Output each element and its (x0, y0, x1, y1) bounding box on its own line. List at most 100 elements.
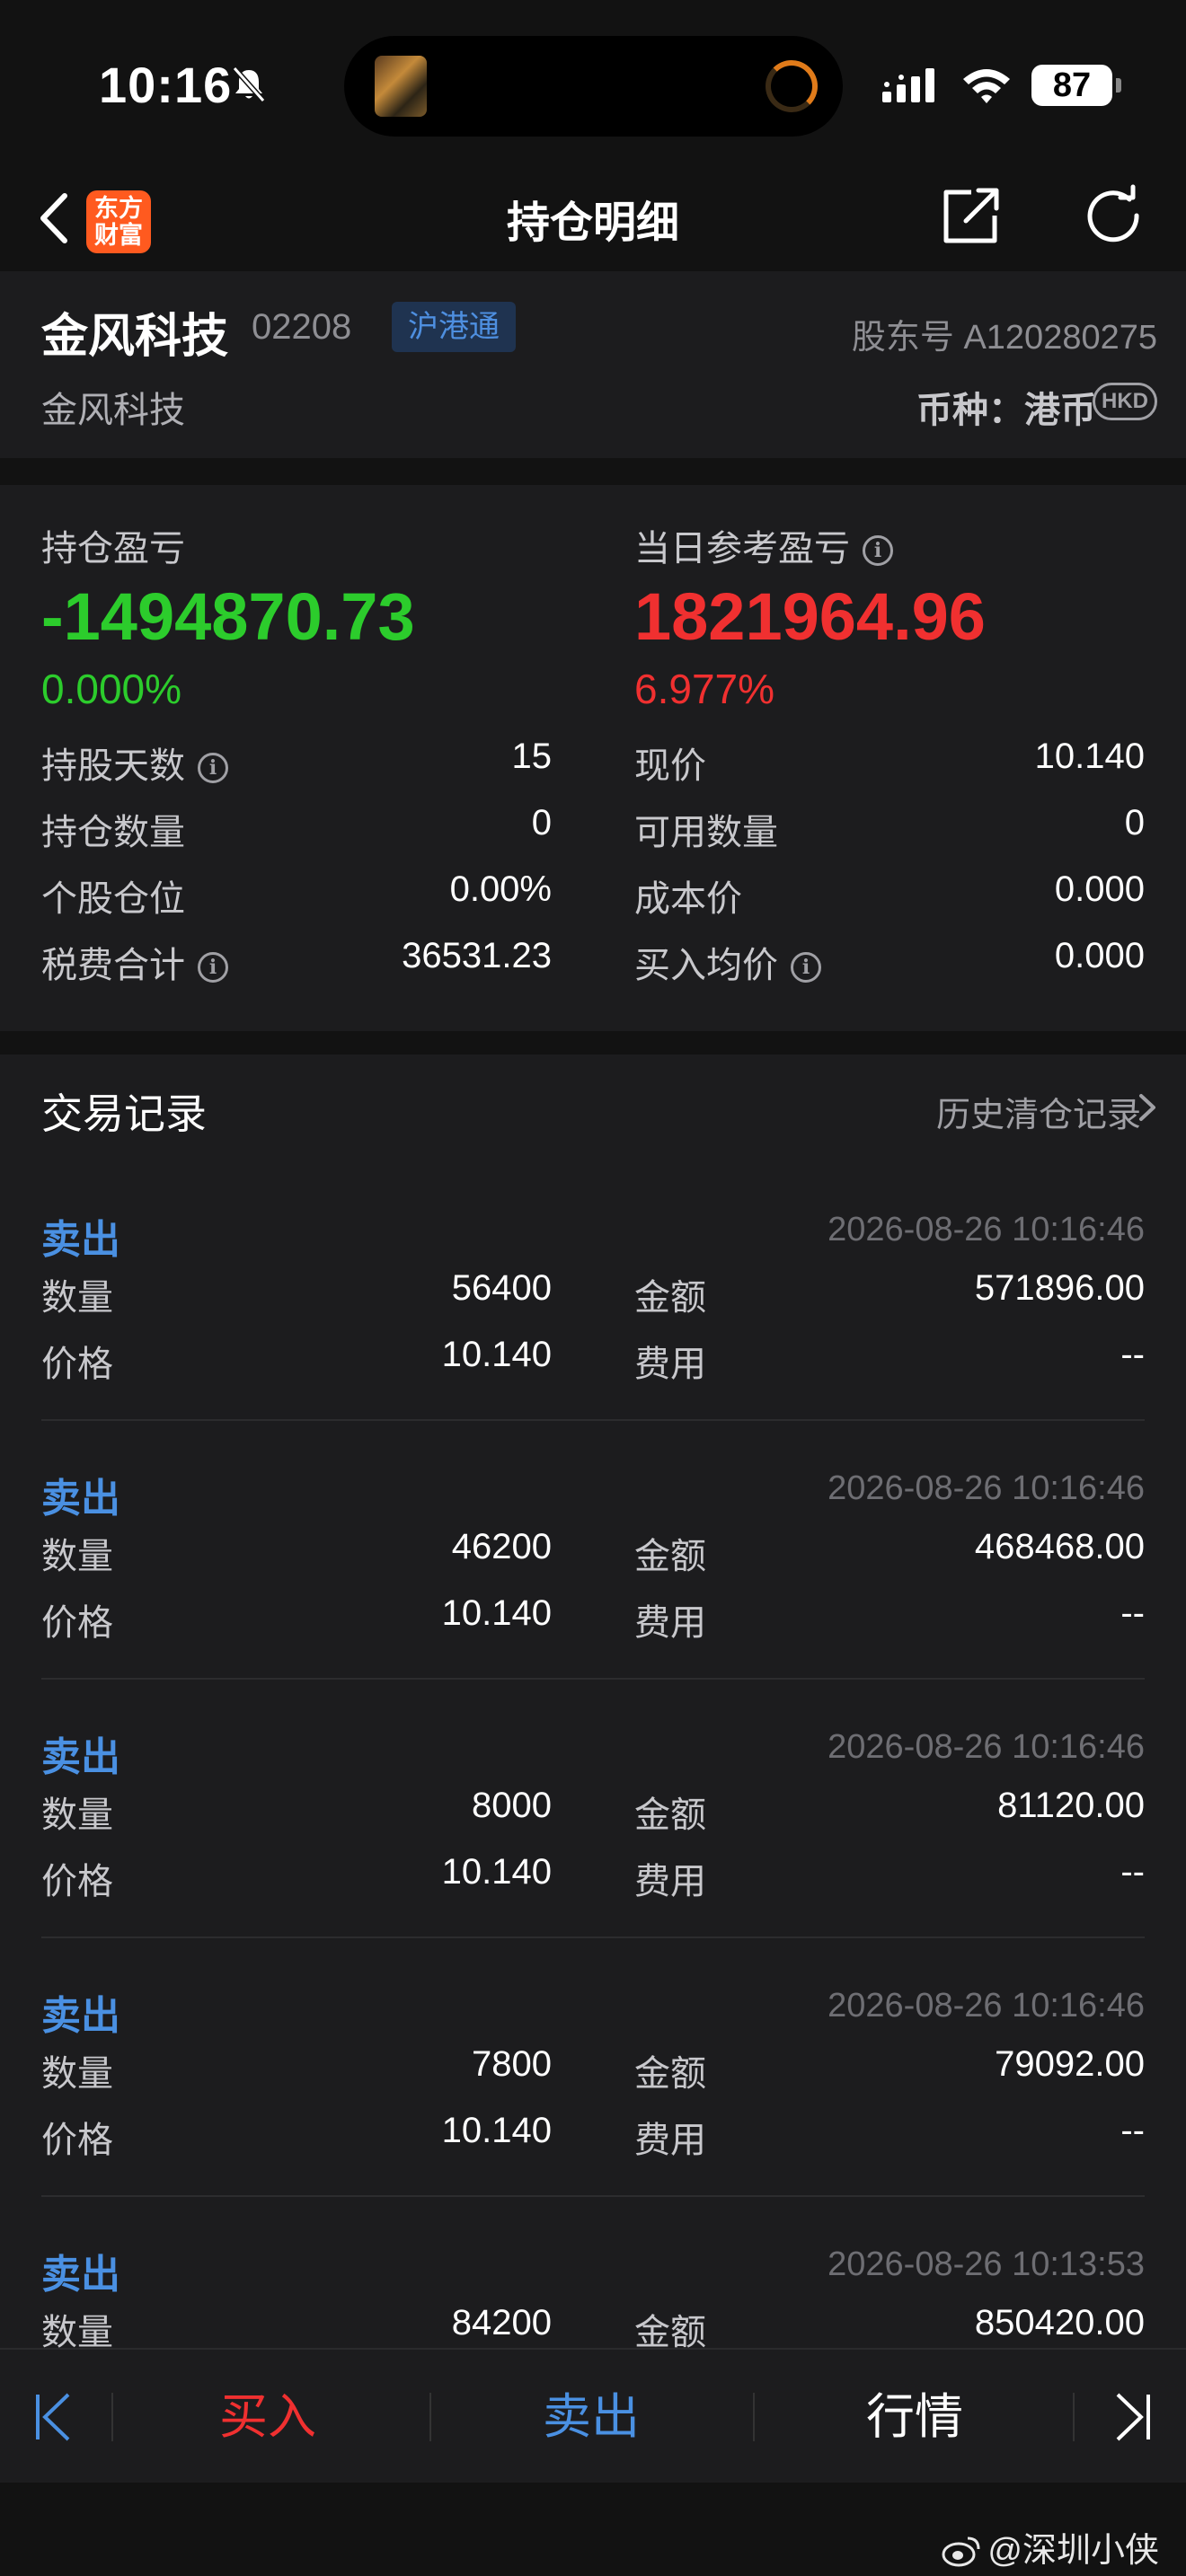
price-value: 10.140 (441, 1852, 552, 1892)
price-label: 价格 (41, 1345, 113, 1384)
qty-label: 数量 (41, 2054, 113, 2094)
market-button[interactable]: 行情 (780, 2377, 1049, 2448)
trade-side: 卖出 (41, 2253, 120, 2297)
stat-label: 持股天数 i (41, 737, 228, 789)
stock-code: 02208 (252, 307, 352, 347)
price-value: 10.140 (441, 1335, 552, 1374)
trade-item[interactable]: 卖出 2026-08-26 10:13:53 数量 84200 金额 850420.00 (0, 2242, 1186, 2348)
history-link[interactable]: 历史清仓记录 (936, 1087, 1141, 1136)
trade-divider (41, 1419, 1145, 1421)
fee-label: 费用 (634, 2121, 706, 2160)
stat-value: 0.000 (1054, 869, 1145, 909)
pnl-panel: 持仓盈亏 -1494870.73 0.000% 当日参考盈亏 i 1821964.… (0, 485, 1186, 1031)
position-pnl-label: 持仓盈亏 (41, 529, 185, 569)
fee-label: 费用 (634, 1862, 706, 1901)
stat-value: 0 (1124, 803, 1145, 842)
status-time: 10:16 (99, 57, 233, 113)
price-label: 价格 (41, 2121, 113, 2160)
daily-pnl-pct: 6.977% (634, 666, 775, 712)
price-label: 价格 (41, 1603, 113, 1643)
amount-label: 金额 (634, 1537, 706, 1576)
stat-label-text: 持仓数量 (41, 813, 185, 852)
info-icon[interactable]: i (198, 753, 228, 783)
trade-time: 2026-08-26 10:16:46 (828, 1211, 1145, 1248)
currency-label: 币种：港币 (916, 391, 1096, 430)
position-pnl-value: -1494870.73 (41, 579, 415, 654)
stat-label-text: 现价 (634, 746, 706, 786)
amount-value: 81120.00 (997, 1786, 1145, 1825)
stat-value: 0.000 (1054, 936, 1145, 975)
connect-tag: 沪港通 (392, 302, 516, 352)
stat-label: 可用数量 (634, 803, 778, 855)
cellular-signal-icon (882, 68, 934, 102)
stat-label-text: 税费合计 (41, 946, 185, 985)
stat-value: 15 (511, 737, 553, 776)
wifi-icon (963, 69, 1010, 103)
first-page-icon[interactable] (32, 2391, 74, 2443)
dynamic-island[interactable] (344, 36, 843, 137)
qty-label: 数量 (41, 1278, 113, 1318)
page-title: 持仓明细 (506, 199, 679, 247)
stat-label: 持仓数量 (41, 803, 185, 855)
trade-records-title: 交易记录 (41, 1090, 207, 1137)
fee-value: -- (1120, 1335, 1145, 1374)
trade-time: 2026-08-26 10:16:46 (828, 1987, 1145, 2025)
stat-value: 0 (531, 803, 552, 842)
status-bar: 10:16 87 (0, 0, 1186, 171)
stat-label: 现价 (634, 737, 706, 789)
stat-label: 成本价 (634, 869, 742, 922)
fee-value: -- (1120, 1593, 1145, 1633)
bottom-action-bar: 买入 卖出 行情 (0, 2348, 1186, 2483)
stock-header: 金风科技 02208 沪港通 股东号 A120280275 金风科技 币种：港币… (0, 271, 1186, 458)
qty-label: 数量 (41, 1537, 113, 1576)
stat-label-text: 可用数量 (634, 813, 778, 852)
watermark: @深圳小侠 (941, 2522, 1159, 2572)
trade-item[interactable]: 卖出 2026-08-26 10:16:46 数量 46200 金额 468468.00 价… (0, 1466, 1186, 1725)
stock-subname: 金风科技 (41, 391, 185, 430)
nav-bar: 东方 财富 持仓明细 (0, 171, 1186, 271)
last-page-icon[interactable] (1112, 2391, 1154, 2443)
buy-button[interactable]: 买入 (133, 2377, 403, 2448)
trade-item[interactable]: 卖出 2026-08-26 10:16:46 数量 8000 金额 81120.00 价格 1… (0, 1725, 1186, 1983)
weibo-logo-icon (942, 2536, 980, 2567)
qty-label: 数量 (41, 1795, 113, 1835)
qty-value: 8000 (472, 1786, 552, 1825)
chevron-right-icon[interactable] (1137, 1092, 1157, 1123)
bar-separator (111, 2393, 113, 2441)
amount-value: 571896.00 (974, 1268, 1145, 1308)
amount-value: 850420.00 (974, 2303, 1145, 2342)
trade-time: 2026-08-26 10:16:46 (828, 1469, 1145, 1507)
refresh-icon[interactable] (1083, 183, 1147, 250)
trade-divider (41, 2195, 1145, 2197)
stat-label-text: 个股仓位 (41, 879, 185, 919)
shareholder-id: 股东号 A120280275 (851, 319, 1157, 357)
info-icon[interactable]: i (198, 952, 228, 983)
stat-value: 36531.23 (402, 936, 552, 975)
bar-separator (1073, 2393, 1075, 2441)
amount-label: 金额 (634, 1795, 706, 1835)
battery-indicator: 87 (1031, 65, 1121, 106)
trade-side: 卖出 (41, 1218, 120, 1262)
qty-value: 84200 (451, 2303, 552, 2342)
share-icon[interactable] (939, 183, 1002, 250)
sell-button[interactable]: 卖出 (456, 2377, 726, 2448)
bell-muted-icon (232, 66, 266, 102)
fee-value: -- (1120, 1852, 1145, 1892)
stat-label-text: 买入均价 (634, 946, 778, 985)
info-icon[interactable]: i (863, 535, 893, 566)
trade-side: 卖出 (41, 1477, 120, 1521)
info-icon[interactable]: i (791, 952, 821, 983)
now-playing-thumbnail (375, 56, 427, 117)
stat-label: 税费合计 i (41, 936, 228, 988)
stat-label: 个股仓位 (41, 869, 185, 922)
activity-ring-icon (766, 60, 818, 112)
trade-records: 交易记录 历史清仓记录 卖出 2026-08-26 10:16:46 数量 56400… (0, 1054, 1186, 2348)
fee-label: 费用 (634, 1603, 706, 1643)
position-pnl-pct: 0.000% (41, 666, 182, 712)
trade-divider (41, 1678, 1145, 1680)
trade-item[interactable]: 卖出 2026-08-26 10:16:46 数量 7800 金额 79092.00 价格 1… (0, 1983, 1186, 2242)
bar-separator (429, 2393, 431, 2441)
trade-side: 卖出 (41, 1735, 120, 1779)
trade-item[interactable]: 卖出 2026-08-26 10:16:46 数量 56400 金额 571896.00 价… (0, 1207, 1186, 1466)
qty-value: 56400 (451, 1268, 552, 1308)
